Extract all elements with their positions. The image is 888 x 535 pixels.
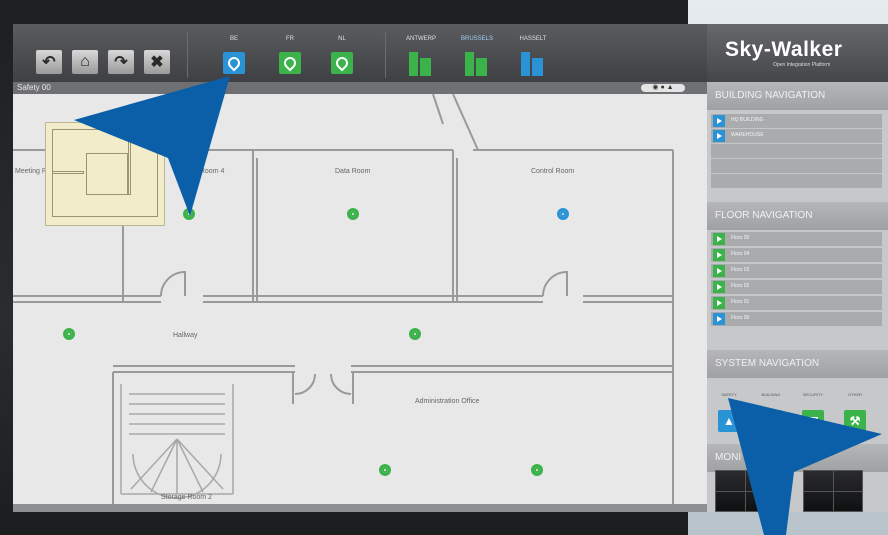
floor-item[interactable]: Floor 01 (711, 296, 882, 311)
building-item-hq[interactable]: HQ BUILDING (711, 114, 882, 129)
play-arrow-icon (713, 297, 725, 309)
floor-nav-title: FLOOR NAVIGATION (707, 202, 888, 230)
floor-item[interactable]: Floor 05 (711, 232, 882, 247)
sensor-marker[interactable] (531, 464, 543, 476)
brand-logo: Sky-Walker Open Integration Platform (707, 24, 888, 82)
play-arrow-icon (713, 233, 725, 245)
floor-item-label: Floor 02 (731, 283, 750, 289)
play-arrow-icon (713, 281, 725, 293)
floor-item-label: Floor 04 (731, 251, 750, 257)
back-icon[interactable]: ↶ (36, 50, 62, 74)
location-pin-icon (333, 54, 351, 72)
city-hasselt-button[interactable] (521, 48, 545, 76)
floor-item[interactable]: Floor 02 (711, 280, 882, 295)
pointer-arrow-icon (74, 76, 230, 216)
room-label: Hallway (173, 332, 198, 339)
sensor-marker-active[interactable] (557, 208, 569, 220)
play-arrow-icon (713, 313, 725, 325)
building-item-label: WAREHOUSE (731, 132, 764, 138)
floor-item-label: Floor 03 (731, 267, 750, 273)
location-pin-icon (281, 54, 299, 72)
view-title: Safety 00 (17, 83, 51, 92)
room-label: Control Room (531, 168, 575, 175)
play-arrow-icon (713, 115, 725, 127)
floor-item-label: Floor 01 (731, 299, 750, 305)
plan-footer (13, 504, 707, 512)
play-arrow-icon (713, 265, 725, 277)
floor-item-label: Floor 00 (731, 315, 750, 321)
system-nav-title: SYSTEM NAVIGATION (707, 350, 888, 378)
view-controls[interactable]: ◉ ● ▲ (641, 84, 685, 92)
room-label: Storage Room 2 (161, 494, 212, 501)
building-item-warehouse[interactable]: WAREHOUSE (711, 129, 882, 144)
room-label: Administration Office (415, 398, 480, 405)
play-arrow-icon (713, 249, 725, 261)
brand-name: Sky-Walker (725, 38, 843, 61)
floor-item[interactable]: Floor 04 (711, 248, 882, 263)
floor-item-active[interactable]: Floor 00 (711, 312, 882, 327)
sensor-marker[interactable] (63, 328, 75, 340)
sensor-marker[interactable] (409, 328, 421, 340)
city-label: BRUSSELS (460, 36, 493, 42)
divider (385, 32, 386, 78)
country-label: FR (286, 36, 294, 42)
building-item-empty (711, 174, 882, 189)
city-antwerp-button[interactable] (409, 48, 433, 76)
building-item-empty (711, 159, 882, 174)
city-label: ANTWERP (406, 36, 436, 42)
sensor-marker[interactable] (347, 208, 359, 220)
building-nav-title: BUILDING NAVIGATION (707, 82, 888, 110)
city-brussels-button[interactable] (465, 48, 489, 76)
country-nl-button[interactable] (331, 52, 353, 74)
brand-tagline: Open Integration Platform (773, 62, 831, 68)
sensor-marker[interactable] (379, 464, 391, 476)
play-arrow-icon (713, 130, 725, 142)
room-label: Data Room (335, 168, 371, 175)
city-label: HASSELT (519, 36, 547, 42)
country-fr-button[interactable] (279, 52, 301, 74)
building-item-empty (711, 144, 882, 159)
floor-item-label: Floor 05 (731, 235, 750, 241)
pointer-arrow-icon (728, 398, 882, 535)
building-item-label: HQ BUILDING (731, 117, 764, 123)
country-label: BE (229, 36, 238, 42)
floor-item[interactable]: Floor 03 (711, 264, 882, 279)
country-label: NL (338, 36, 346, 42)
